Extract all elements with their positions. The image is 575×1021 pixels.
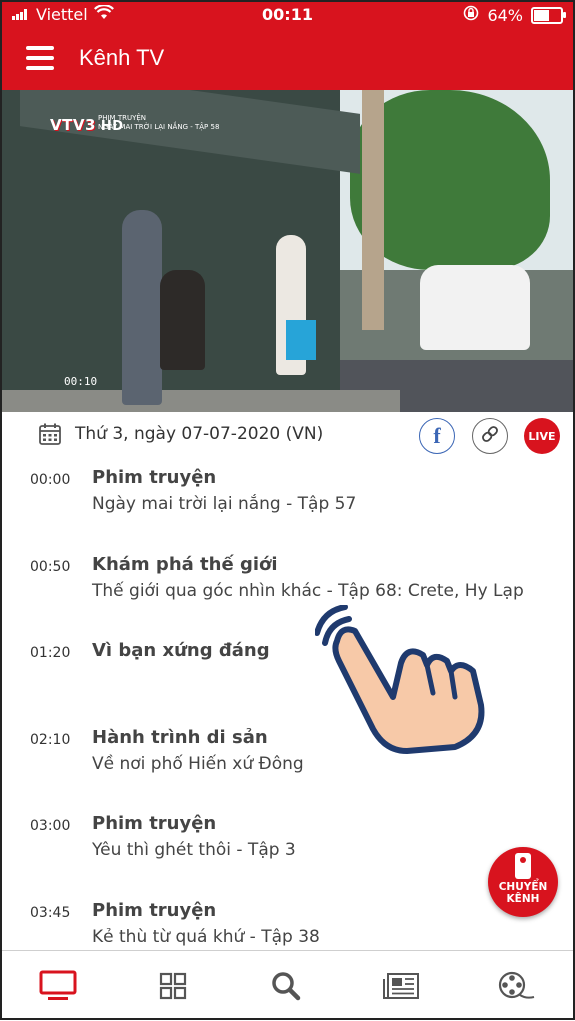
- program-title: Phim truyện: [92, 900, 217, 921]
- facebook-icon: f: [433, 423, 441, 448]
- tv-icon: [38, 970, 78, 1007]
- video-caption: PHIM TRUYỆN NGÀY MAI TRỜI LẠI NẮNG - TẬP…: [98, 114, 220, 131]
- link-icon: [480, 424, 500, 448]
- program-time: 02:10: [30, 731, 71, 748]
- video-timecode: 00:10: [64, 375, 98, 388]
- program-title: Vì bạn xứng đáng: [92, 640, 270, 662]
- battery-percent: 64%: [487, 5, 523, 25]
- program-title: Hành trình di sản: [92, 726, 268, 748]
- remote-control-icon: [515, 853, 531, 879]
- program-time: 01:20: [30, 645, 71, 662]
- schedule-item[interactable]: 01:20 Vì bạn xứng đáng: [0, 633, 575, 720]
- nav-video[interactable]: [496, 969, 536, 1003]
- hamburger-menu-icon[interactable]: [26, 46, 54, 70]
- schedule-date[interactable]: Thứ 3, ngày 07-07-2020 (VN): [75, 424, 323, 444]
- nav-search[interactable]: [266, 969, 306, 1003]
- video-player[interactable]: VTV3 HD PHIM TRUYỆN NGÀY MAI TRỜI LẠI NẮ…: [0, 90, 575, 412]
- change-channel-button[interactable]: CHUYỂN KÊNH: [488, 847, 558, 917]
- program-episode: Thế giới qua góc nhìn khác - Tập 68: Cre…: [92, 580, 524, 601]
- news-icon: [382, 973, 422, 1007]
- change-channel-label-2: KÊNH: [506, 893, 540, 905]
- bottom-navigation: [0, 950, 575, 1021]
- program-episode: Kẻ thù từ quá khứ - Tập 38: [92, 927, 320, 947]
- live-button[interactable]: LIVE: [524, 418, 560, 454]
- program-time: 00:50: [30, 558, 71, 575]
- rotation-lock-icon: [463, 5, 479, 25]
- date-row: Thứ 3, ngày 07-07-2020 (VN) f LIVE: [0, 412, 575, 458]
- search-icon: [266, 972, 306, 1007]
- program-episode: Yêu thì ghét thôi - Tập 3: [92, 840, 296, 861]
- schedule-item[interactable]: 00:00 Phim truyện Ngày mai trời lại nắng -…: [0, 460, 575, 547]
- nav-news[interactable]: [382, 969, 422, 1003]
- copy-link-button[interactable]: [472, 418, 508, 454]
- nav-tv[interactable]: [38, 969, 78, 1003]
- program-time: 03:00: [30, 818, 71, 835]
- program-title: Phim truyện: [92, 813, 217, 835]
- page-title: Kênh TV: [79, 45, 165, 70]
- schedule-item[interactable]: 00:50 Khám phá thế giới Thế giới qua góc n…: [0, 547, 575, 634]
- app-bar: Kênh TV: [0, 30, 575, 90]
- status-bar: Viettel 00:11 64%: [0, 0, 575, 30]
- change-channel-label-1: CHUYỂN: [498, 881, 548, 893]
- program-time: 03:45: [30, 905, 71, 921]
- schedule-item[interactable]: 02:10 Hành trình di sản Về nơi phố Hiến xứ…: [0, 720, 575, 807]
- film-reel-icon: [496, 971, 536, 1007]
- program-time: 00:00: [30, 472, 71, 488]
- calendar-icon[interactable]: [38, 422, 62, 446]
- battery-icon: [531, 6, 566, 24]
- nav-categories[interactable]: [153, 969, 193, 1003]
- facebook-share-button[interactable]: f: [419, 418, 455, 454]
- program-title: Phim truyện: [92, 467, 217, 488]
- program-episode: Về nơi phố Hiến xứ Đông: [92, 753, 304, 774]
- program-episode: Ngày mai trời lại nắng - Tập 57: [92, 494, 357, 514]
- program-title: Khám phá thế giới: [92, 553, 278, 575]
- grid-icon: [153, 972, 193, 1007]
